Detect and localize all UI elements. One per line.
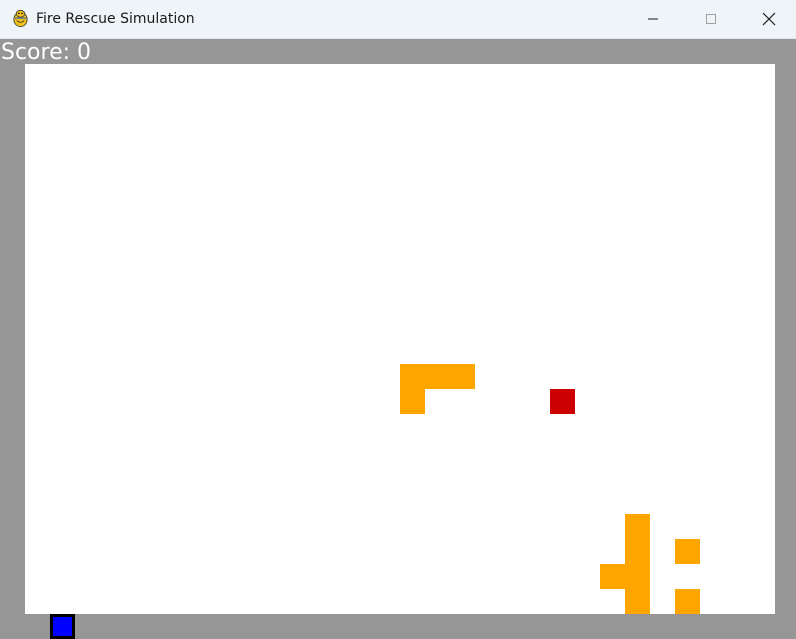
app-window: Fire Rescue Simulation Score: 0 — [0, 0, 796, 639]
game-canvas[interactable]: Score: 0 — [0, 39, 796, 639]
window-title: Fire Rescue Simulation — [36, 11, 195, 27]
fire-cell — [625, 539, 650, 564]
title-bar[interactable]: Fire Rescue Simulation — [0, 0, 796, 39]
close-button[interactable] — [740, 0, 796, 38]
fire-cell — [625, 589, 650, 614]
firefighter-cell — [50, 614, 75, 639]
minimize-button[interactable] — [624, 0, 682, 38]
pygame-snake-icon — [13, 9, 28, 28]
maximize-button[interactable] — [682, 0, 740, 38]
fire-cell — [675, 539, 700, 564]
fire-cell — [400, 389, 425, 414]
fire-cell — [675, 589, 700, 614]
play-field — [25, 64, 775, 614]
close-icon — [762, 12, 776, 26]
minimize-icon — [648, 18, 658, 20]
fire-cell — [400, 364, 425, 389]
fire-cell — [625, 514, 650, 539]
fire-cell — [625, 564, 650, 589]
victim-cell — [550, 389, 575, 414]
maximize-icon — [706, 14, 716, 24]
score-label: Score: 0 — [1, 40, 92, 65]
fire-cell — [600, 564, 625, 589]
fire-cell — [425, 364, 450, 389]
fire-cell — [450, 364, 475, 389]
